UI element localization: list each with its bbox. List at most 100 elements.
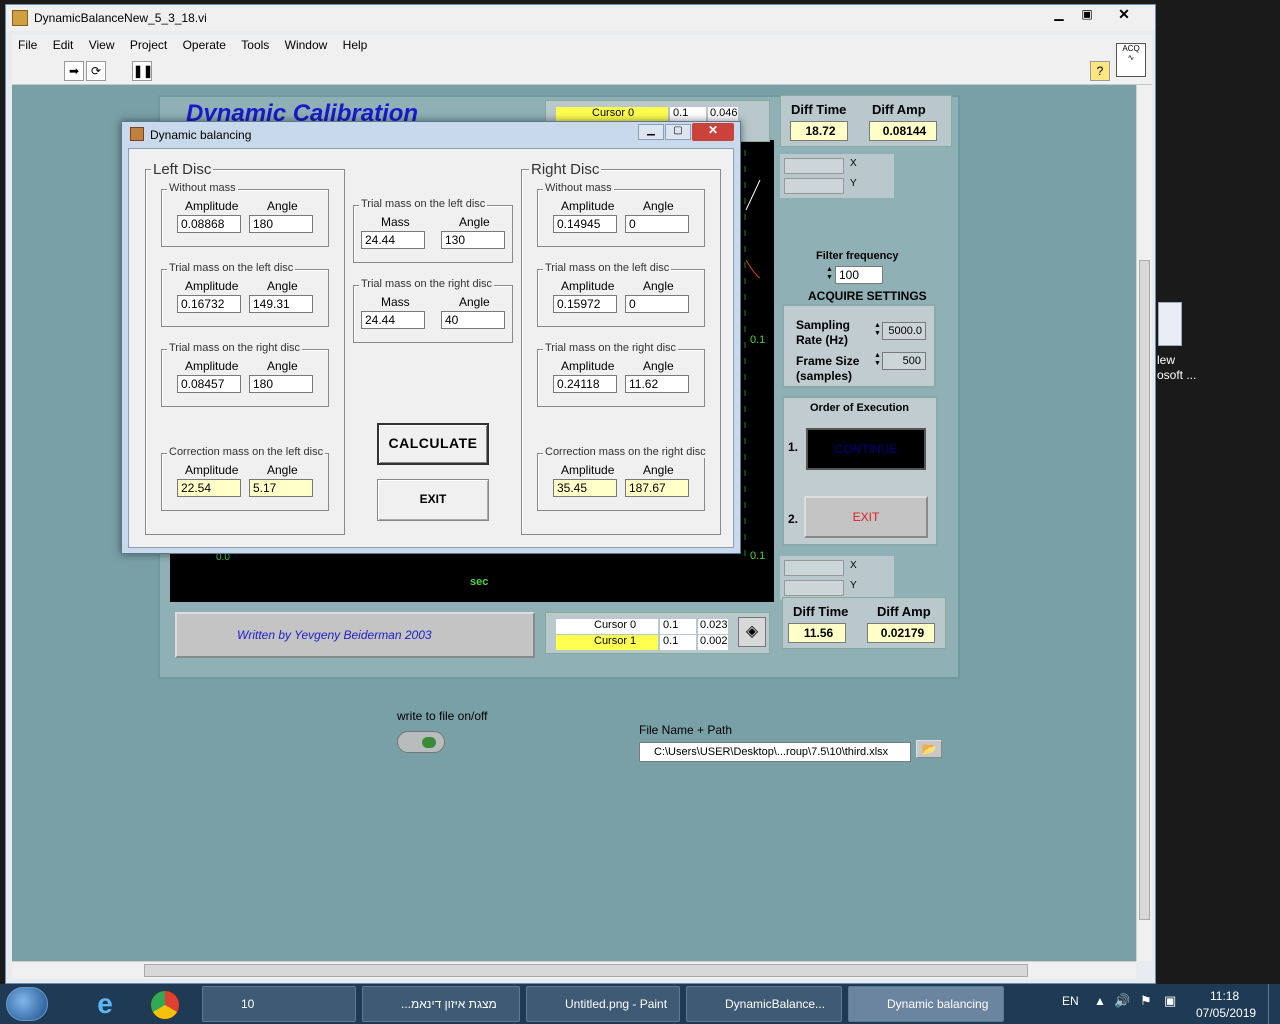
maximize-button[interactable]: ▢: [665, 124, 691, 140]
left-trial-left-angle[interactable]: 149.31: [249, 295, 313, 313]
taskbar-item-explorer[interactable]: 10: [202, 986, 356, 1022]
angle-label: Angle: [267, 199, 298, 213]
file-path-input[interactable]: C:\Users\USER\Desktop\...roup\7.5\10\thi…: [639, 742, 911, 762]
left-without-amplitude[interactable]: 0.08868: [177, 215, 241, 233]
menu-tools[interactable]: Tools: [235, 35, 275, 52]
increment-decrement-icon[interactable]: ▲ ▼: [874, 322, 881, 340]
ie-icon[interactable]: e: [86, 988, 124, 1020]
network-icon[interactable]: ▣: [1164, 993, 1176, 1009]
mass-label: Mass: [381, 295, 410, 309]
x-format-icon[interactable]: X: [850, 560, 857, 571]
diff-amp-value: 0.08144: [869, 121, 937, 141]
scroll-thumb[interactable]: [1139, 260, 1150, 920]
scroll-thumb[interactable]: [144, 964, 1028, 977]
document-icon[interactable]: [1158, 302, 1182, 346]
right-without-angle[interactable]: 0: [625, 215, 689, 233]
close-button[interactable]: ✕: [1102, 6, 1146, 24]
trial-right-mass-input[interactable]: 24.44: [361, 311, 425, 329]
menu-view[interactable]: View: [83, 35, 121, 52]
angle-label: Angle: [267, 359, 298, 373]
cursor-name[interactable]: Cursor 1: [556, 635, 658, 650]
right-trial-right-angle[interactable]: 11.62: [625, 375, 689, 393]
trial-left-mass-input[interactable]: 24.44: [361, 231, 425, 249]
group-title: Trial mass on the left disc: [167, 262, 296, 274]
clock-date[interactable]: 07/05/2019: [1196, 1006, 1256, 1020]
minimize-button[interactable]: ▁: [638, 124, 664, 140]
y-format-icon[interactable]: Y: [850, 178, 857, 189]
continue-button[interactable]: CONTINUE: [806, 428, 926, 470]
amplitude-label: Amplitude: [561, 279, 615, 293]
format-field[interactable]: [784, 560, 844, 576]
volume-icon[interactable]: 🔊: [1114, 993, 1130, 1009]
labview-icon: [12, 10, 28, 26]
left-trial-right-angle[interactable]: 180: [249, 375, 313, 393]
x-format-icon[interactable]: X: [850, 158, 857, 169]
desktop-icon-label: osoft ...: [1157, 368, 1197, 382]
clock-time[interactable]: 11:18: [1210, 989, 1239, 1003]
trial-right-angle-input[interactable]: 40: [441, 311, 505, 329]
left-trial-left-amplitude[interactable]: 0.16732: [177, 295, 241, 313]
show-desktop-button[interactable]: [1268, 984, 1280, 1024]
start-button[interactable]: [6, 987, 48, 1021]
run-arrow-icon[interactable]: ➡: [64, 61, 84, 81]
mass-label: Mass: [381, 215, 410, 229]
menu-help[interactable]: Help: [337, 35, 374, 52]
maximize-button[interactable]: ▣: [1074, 7, 1100, 25]
filter-frequency-input[interactable]: 100: [835, 266, 883, 284]
group-title: Trial mass on the right disc: [167, 342, 303, 354]
run-continuously-icon[interactable]: ⟳: [86, 61, 106, 81]
taskbar-item-powerpoint[interactable]: מצגת איזון דינאמ...: [362, 986, 520, 1022]
frame-size-input[interactable]: 500: [882, 352, 926, 370]
write-toggle[interactable]: [397, 731, 445, 753]
cursor-format-bottom: X Y: [780, 556, 894, 600]
sampling-rate-label: Sampling Rate (Hz): [796, 318, 851, 347]
exit-button[interactable]: EXIT: [804, 496, 928, 538]
acquire-settings-title: ACQUIRE SETTINGS: [808, 289, 927, 303]
vertical-scrollbar[interactable]: [1136, 85, 1152, 961]
exit-button[interactable]: EXIT: [377, 479, 489, 521]
sampling-rate-input[interactable]: 5000.0: [882, 322, 926, 340]
increment-decrement-icon[interactable]: ▲ ▼: [826, 266, 834, 284]
diff-time-value: 18.72: [790, 121, 848, 141]
pause-icon[interactable]: ❚❚: [132, 61, 153, 81]
y-format-icon[interactable]: Y: [850, 580, 857, 591]
chrome-icon[interactable]: [150, 990, 180, 1020]
taskbar-item-dialog[interactable]: Dynamic balancing: [848, 986, 1004, 1022]
cursor-move-icon[interactable]: ◈: [738, 617, 766, 647]
help-icon[interactable]: ?: [1090, 61, 1110, 81]
order-number: 2.: [788, 512, 799, 526]
left-trial-right-amplitude[interactable]: 0.08457: [177, 375, 241, 393]
right-trial-left-angle[interactable]: 0: [625, 295, 689, 313]
taskbar-item-labview[interactable]: DynamicBalance...: [686, 986, 842, 1022]
close-button[interactable]: ✕: [692, 123, 734, 141]
trial-left-angle-input[interactable]: 130: [441, 231, 505, 249]
right-trial-right-amplitude[interactable]: 0.24118: [553, 375, 617, 393]
menu-window[interactable]: Window: [279, 35, 334, 52]
horizontal-scrollbar[interactable]: [12, 961, 1136, 979]
menu-edit[interactable]: Edit: [47, 35, 80, 52]
right-without-amplitude[interactable]: 0.14945: [553, 215, 617, 233]
show-hidden-icons-icon[interactable]: ▲: [1094, 994, 1106, 1008]
format-field[interactable]: [784, 580, 844, 596]
language-indicator[interactable]: EN: [1062, 994, 1079, 1008]
diff-time-label: Diff Time: [793, 604, 849, 619]
format-field[interactable]: [784, 158, 844, 174]
cursor-name[interactable]: Cursor 0: [556, 107, 668, 122]
group-title: Without mass: [167, 182, 238, 194]
calculate-button[interactable]: CALCULATE: [377, 423, 489, 465]
angle-label: Angle: [267, 279, 298, 293]
increment-decrement-icon[interactable]: ▲ ▼: [874, 352, 881, 370]
cursor-name[interactable]: Cursor 0: [556, 619, 658, 634]
menu-project[interactable]: Project: [124, 35, 173, 52]
left-without-angle[interactable]: 180: [249, 215, 313, 233]
format-field[interactable]: [784, 178, 844, 194]
menu-file[interactable]: File: [12, 35, 43, 52]
cursor-y: 0.046: [708, 107, 738, 122]
menu-operate[interactable]: Operate: [177, 35, 232, 52]
flag-icon[interactable]: ⚑: [1140, 993, 1152, 1009]
taskbar-item-paint[interactable]: Untitled.png - Paint: [526, 986, 680, 1022]
desktop-icon-label: lew: [1157, 353, 1176, 367]
folder-icon[interactable]: 📂: [916, 740, 942, 758]
right-trial-left-amplitude[interactable]: 0.15972: [553, 295, 617, 313]
minimize-button[interactable]: ▁: [1046, 7, 1072, 25]
